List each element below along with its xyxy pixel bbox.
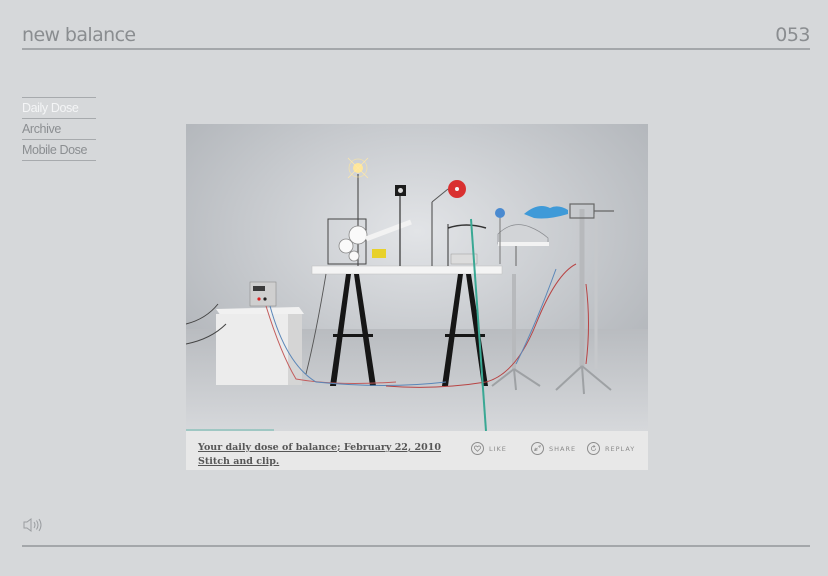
share-icon: [531, 442, 544, 455]
speaker-icon[interactable]: [22, 517, 44, 533]
caption-line-1: Your daily dose of balance; February 22,…: [198, 442, 441, 453]
header-divider: [22, 48, 810, 50]
brand-logo[interactable]: new balance: [22, 24, 136, 46]
caption-line-2: Stitch and clip.: [198, 456, 280, 467]
side-nav: Daily Dose Archive Mobile Dose: [22, 97, 96, 161]
replay-label: REPLAY: [605, 444, 636, 453]
caption-bar: Your daily dose of balance; February 22,…: [186, 431, 648, 470]
nav-item-archive[interactable]: Archive: [22, 119, 96, 140]
video-caption[interactable]: Your daily dose of balance; February 22,…: [198, 441, 441, 469]
video-player: Your daily dose of balance; February 22,…: [186, 124, 648, 470]
like-label: LIKE: [489, 444, 507, 453]
footer-divider: [22, 545, 810, 547]
replay-button[interactable]: REPLAY: [587, 442, 635, 455]
share-label: SHARE: [549, 444, 577, 453]
nav-item-mobile-dose[interactable]: Mobile Dose: [22, 140, 96, 161]
heart-icon: [471, 442, 484, 455]
nav-item-daily-dose[interactable]: Daily Dose: [22, 98, 96, 119]
issue-number: 053: [775, 24, 810, 46]
like-button[interactable]: LIKE: [471, 442, 507, 455]
video-frame[interactable]: [186, 124, 648, 431]
share-button[interactable]: SHARE: [531, 442, 576, 455]
replay-icon: [587, 442, 600, 455]
